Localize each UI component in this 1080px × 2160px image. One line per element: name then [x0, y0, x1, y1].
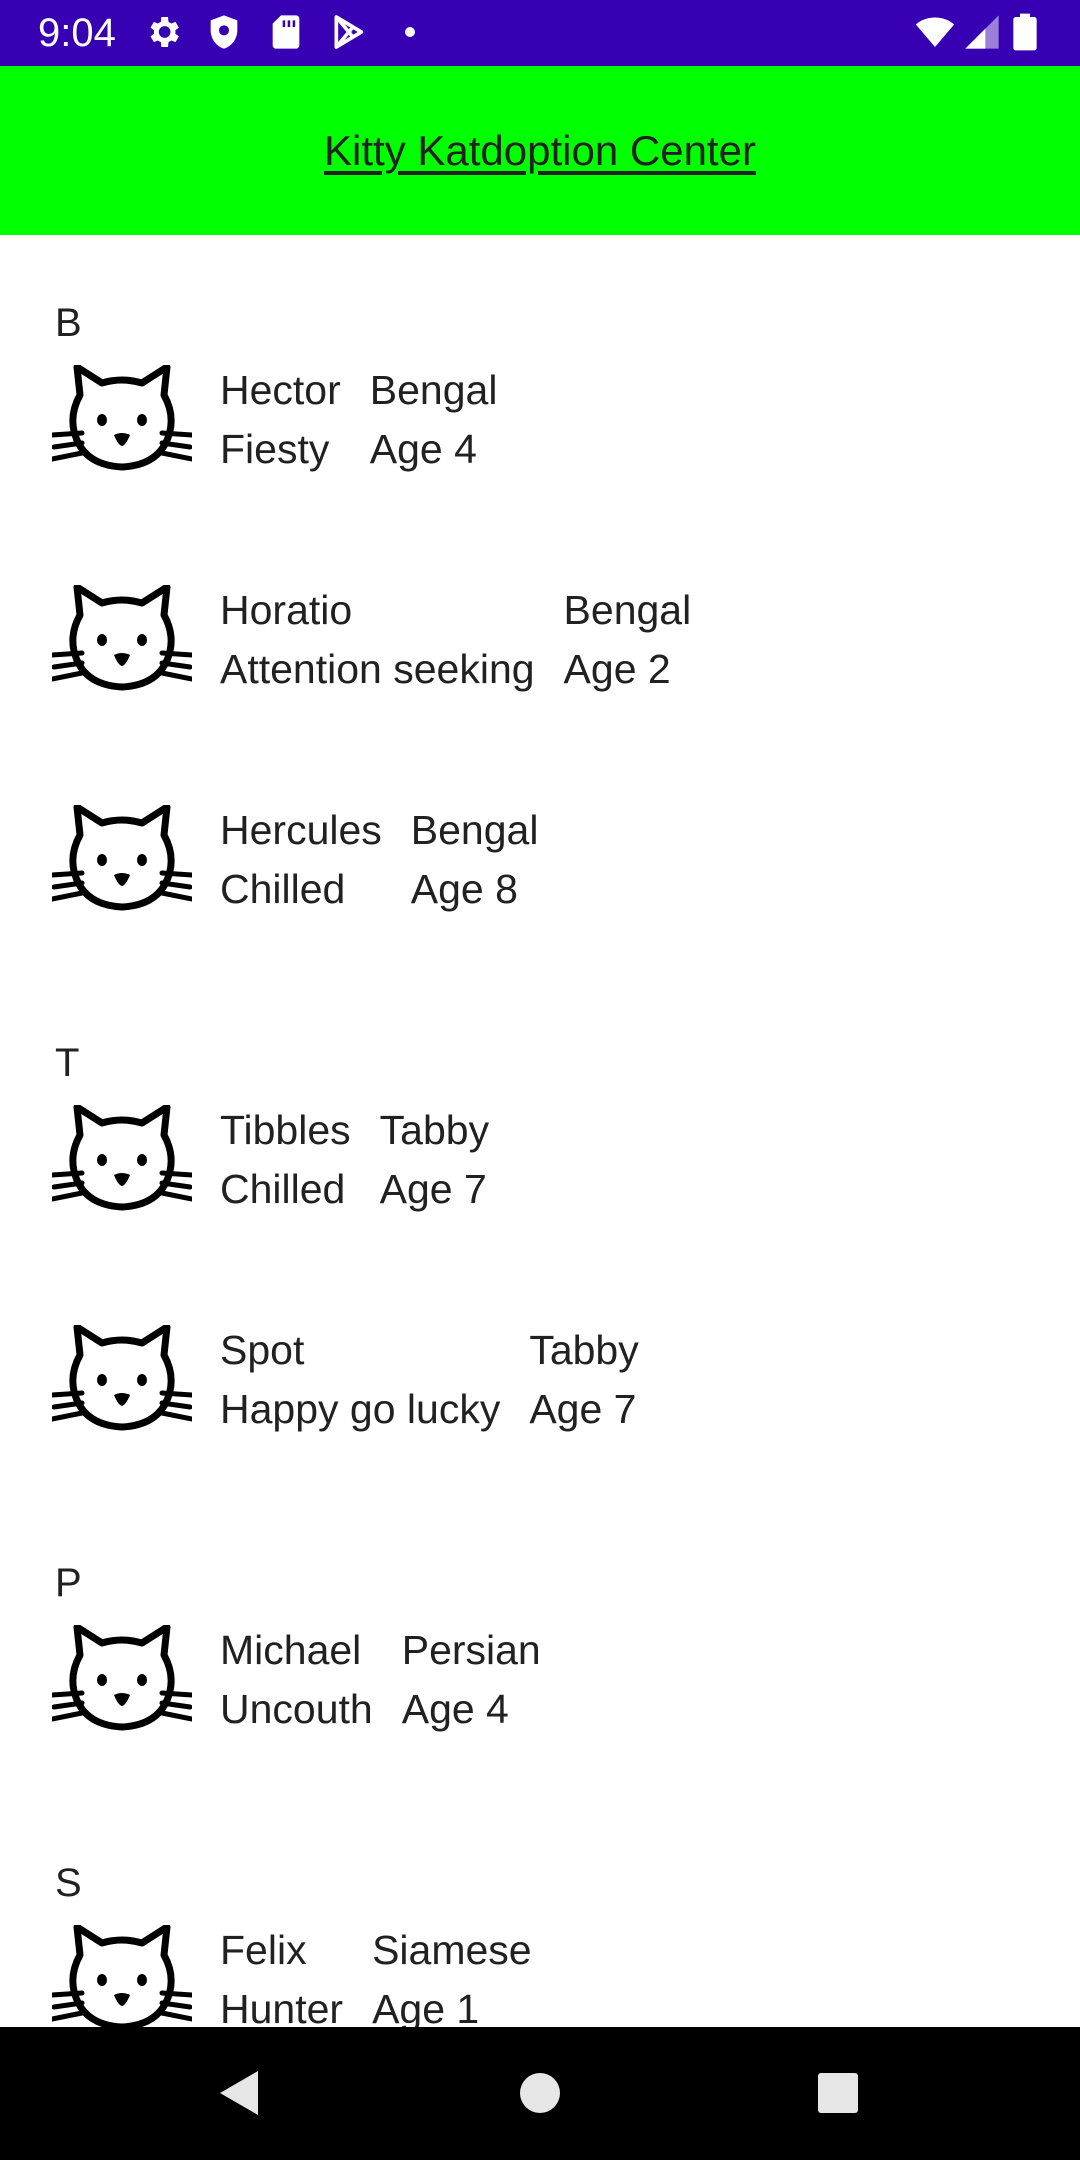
- cat-breed-column: Bengal Age 8: [411, 801, 539, 919]
- cat-breed: Siamese: [372, 1927, 532, 1973]
- back-icon[interactable]: [208, 2061, 272, 2125]
- cat-breed: Persian: [401, 1627, 541, 1673]
- cat-list-item[interactable]: Felix Hunter Siamese Age 1: [0, 1875, 1080, 2027]
- cat-list-item[interactable]: Spot Happy go lucky Tabby Age 7: [0, 1275, 1080, 1495]
- home-icon[interactable]: [508, 2061, 572, 2125]
- cat-info: Spot Happy go lucky Tabby Age 7: [220, 1321, 639, 1439]
- cat-age: Age 4: [369, 426, 477, 472]
- cat-info: Felix Hunter Siamese Age 1: [220, 1921, 532, 2027]
- cat-name: Hercules: [220, 807, 382, 853]
- section-header-b: B: [0, 235, 1080, 345]
- cat-breed-column: Tabby Age 7: [529, 1321, 638, 1439]
- cat-list-item[interactable]: Michael Uncouth Persian Age 4: [0, 1575, 1080, 1795]
- cat-list-item[interactable]: Tibbles Chilled Tabby Age 7: [0, 1055, 1080, 1275]
- gear-icon: [143, 12, 183, 52]
- battery-icon: [1012, 12, 1042, 52]
- cat-icon: [52, 1105, 192, 1215]
- cat-name: Horatio: [220, 587, 353, 633]
- cat-breed: Bengal: [410, 807, 539, 853]
- dot-icon: [390, 12, 430, 52]
- cat-temperament: Attention seeking: [220, 646, 535, 692]
- cat-temperament: Chilled: [220, 866, 346, 912]
- cat-name-column: Hercules Chilled: [220, 801, 382, 919]
- cat-breed-column: Tabby Age 7: [380, 1101, 489, 1219]
- cat-info: Horatio Attention seeking Bengal Age 2: [220, 581, 691, 699]
- cat-age: Age 8: [410, 866, 518, 912]
- cat-name-column: Spot Happy go lucky: [220, 1321, 500, 1439]
- app-bar: Kitty Katdoption Center: [0, 66, 1080, 235]
- sd-card-icon: [266, 12, 306, 52]
- cat-age: Age 7: [379, 1166, 487, 1212]
- app-title[interactable]: Kitty Katdoption Center: [0, 66, 1080, 235]
- cat-name: Tibbles: [220, 1107, 351, 1153]
- cat-name: Michael: [220, 1627, 362, 1673]
- cat-name: Hector: [220, 367, 341, 413]
- cat-icon: [52, 585, 192, 695]
- cat-name-column: Michael Uncouth: [220, 1621, 373, 1739]
- cat-temperament: Happy go lucky: [220, 1386, 501, 1432]
- section-header-t: T: [0, 975, 1080, 1085]
- cat-icon: [52, 805, 192, 915]
- play-store-icon: [328, 12, 368, 52]
- cat-list-item[interactable]: Hercules Chilled Bengal Age 8: [0, 755, 1080, 975]
- cat-breed-column: Siamese Age 1: [372, 1921, 532, 2027]
- section-header-p: P: [0, 1495, 1080, 1605]
- cat-info: Tibbles Chilled Tabby Age 7: [220, 1101, 489, 1219]
- cat-icon: [52, 365, 192, 475]
- wifi-icon: [912, 12, 958, 52]
- cat-info: Hercules Chilled Bengal Age 8: [220, 801, 538, 919]
- cell-signal-icon: [962, 12, 1002, 52]
- cat-age: Age 7: [529, 1386, 637, 1432]
- navigation-bar: [0, 2027, 1080, 2160]
- cat-name-column: Tibbles Chilled: [220, 1101, 351, 1219]
- cat-icon: [52, 1625, 192, 1735]
- cat-breed: Tabby: [529, 1327, 639, 1373]
- cat-list[interactable]: B Hector Fiesty Bengal Age 4 Horatio Attention…: [0, 235, 1080, 2027]
- shield-icon: [204, 12, 244, 52]
- recents-icon[interactable]: [806, 2061, 870, 2125]
- cat-info: Michael Uncouth Persian Age 4: [220, 1621, 541, 1739]
- cat-name: Spot: [220, 1327, 305, 1373]
- cat-list-item[interactable]: Hector Fiesty Bengal Age 4: [0, 315, 1080, 535]
- cat-info: Hector Fiesty Bengal Age 4: [220, 361, 497, 479]
- cat-breed: Tabby: [379, 1107, 490, 1153]
- cat-name-column: Horatio Attention seeking: [220, 581, 535, 699]
- status-bar: 9:04: [0, 0, 1080, 66]
- status-time: 9:04: [38, 11, 116, 55]
- cat-icon: [52, 1325, 192, 1435]
- cat-icon: [52, 1925, 192, 2027]
- cat-breed: Bengal: [369, 367, 498, 413]
- cat-age: Age 2: [563, 646, 671, 692]
- cat-breed-column: Persian Age 4: [402, 1621, 541, 1739]
- cat-temperament: Uncouth: [220, 1686, 373, 1732]
- cat-list-item[interactable]: Horatio Attention seeking Bengal Age 2: [0, 535, 1080, 755]
- cat-temperament: Fiesty: [220, 426, 330, 472]
- cat-name-column: Hector Fiesty: [220, 361, 341, 479]
- cat-name-column: Felix Hunter: [220, 1921, 343, 2027]
- cat-temperament: Hunter: [220, 1986, 344, 2027]
- cat-breed-column: Bengal Age 4: [370, 361, 498, 479]
- cat-breed-column: Bengal Age 2: [564, 581, 692, 699]
- cat-name: Felix: [220, 1927, 307, 1973]
- cat-age: Age 4: [401, 1686, 509, 1732]
- cat-temperament: Chilled: [220, 1166, 346, 1212]
- cat-age: Age 1: [372, 1986, 480, 2027]
- cat-breed: Bengal: [563, 587, 692, 633]
- section-header-s: S: [0, 1795, 1080, 1905]
